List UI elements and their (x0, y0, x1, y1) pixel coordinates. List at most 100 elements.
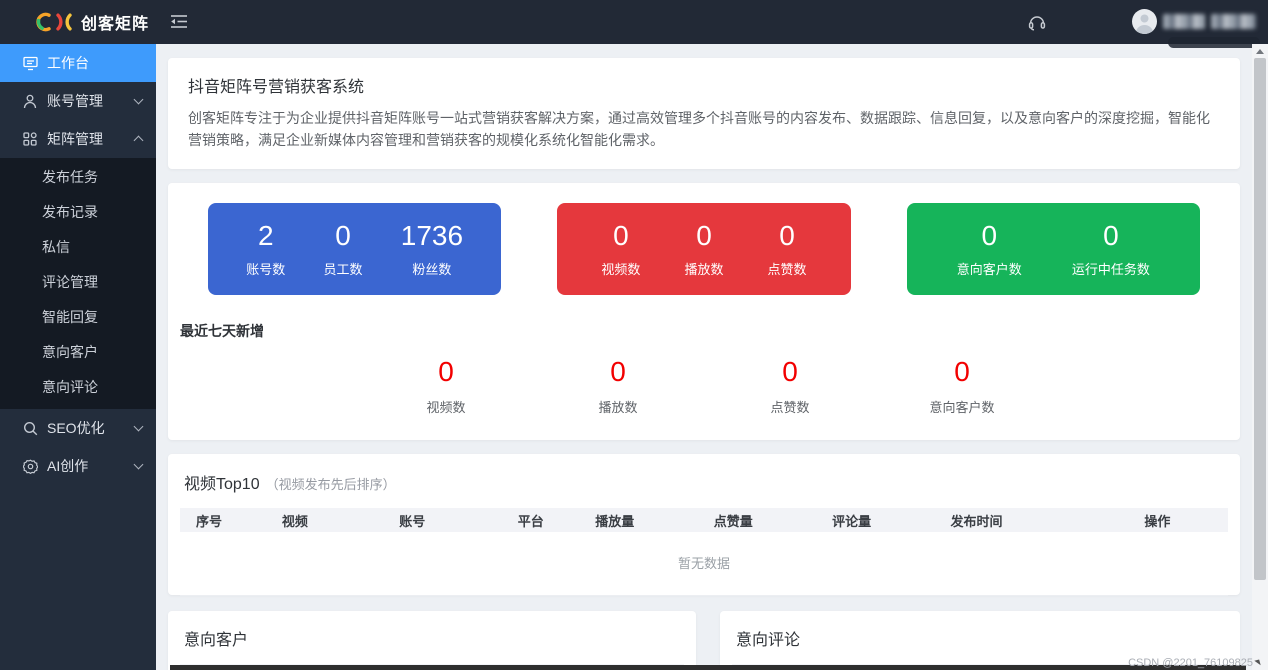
stats-card: 2账号数0员工数1736粉丝数0视频数0播放数0点赞数0意向客户数0运行中任务数… (168, 183, 1240, 440)
chevron-down-icon (134, 460, 144, 470)
column-header: 发布时间 (935, 511, 1129, 530)
stat-item: 0 点赞数 (768, 221, 807, 278)
sidebar-item-label: 矩阵管理 (47, 129, 135, 149)
bottom-cards-row: 意向客户 序号意向客户来源账号手机号状态入库时间 意向评论 序号评论用户评论内容… (168, 611, 1240, 670)
stat-card-blue: 2 账号数 0员工数 1736 粉丝数 (208, 203, 501, 295)
recent-stats-row: 0视频数0播放数0点赞数0意向客户数 (168, 357, 1240, 416)
recent-seven-days-title: 最近七天新增 (180, 321, 1240, 341)
collapse-sidebar-icon[interactable] (170, 14, 188, 34)
stat-value: 2 (246, 221, 285, 251)
stat-value: 0 (601, 221, 640, 251)
recent-stat: 0点赞数 (742, 357, 838, 416)
column-header: 操作 (1128, 511, 1228, 530)
stat-value: 0 (768, 221, 807, 251)
sidebar-submenu: 发布任务发布记录私信评论管理智能回复意向客户意向评论 (0, 158, 156, 409)
sidebar-item-label: 工作台 (47, 53, 142, 73)
sidebar-item-ai[interactable]: AI创作 (0, 447, 156, 485)
stat-label: 点赞数 (768, 259, 807, 278)
chevron-down-icon (134, 422, 144, 432)
headset-icon[interactable] (1027, 12, 1047, 37)
top-header: 创客矩阵 (0, 0, 1268, 44)
sidebar-subitem[interactable]: 智能回复 (0, 300, 156, 335)
sidebar-subitem[interactable]: 发布记录 (0, 195, 156, 230)
brand-name: 创客矩阵 (81, 10, 149, 34)
stat-item: 0视频数 (601, 221, 640, 278)
video-top10-table-header: 序号视频账号平台播放量点赞量评论量发布时间操作 (180, 508, 1228, 532)
stat-label: 账号数 (246, 259, 285, 278)
stat-label: 运行中任务数 (1072, 259, 1150, 278)
watermark-text: CSDN @2201_76109825 (1128, 657, 1253, 669)
recent-stat: 0 播放数 (570, 357, 666, 416)
page-title: 抖音矩阵号营销获客系统 (188, 73, 1220, 97)
recent-stat: 0 意向客户数 (914, 357, 1010, 416)
stat-item: 0 意向客户数 (957, 221, 1022, 278)
sidebar-item-label: 账号管理 (47, 91, 135, 111)
column-header: 序号 (180, 511, 266, 530)
watermark: CSDN @2201_76109825 (1128, 657, 1260, 669)
stat-item: 0播放数 (684, 221, 723, 278)
avatar[interactable] (1132, 9, 1157, 34)
stat-item: 2 账号数 (246, 221, 285, 278)
empty-state: 暂无数据 (180, 532, 1228, 596)
recent-stat: 0视频数 (398, 357, 494, 416)
brand[interactable]: 创客矩阵 (34, 0, 149, 44)
video-top10-title: 视频Top10 (184, 470, 260, 494)
workbench-icon (22, 55, 38, 71)
stat-cards-row: 2账号数0员工数1736粉丝数0视频数0播放数0点赞数0意向客户数0运行中任务数 (168, 203, 1240, 295)
search-icon (22, 420, 38, 436)
scrollbar-thumb[interactable] (1254, 58, 1266, 580)
sidebar-item-matrix[interactable]: 矩阵管理 (0, 120, 156, 158)
video-top10-card: 视频Top10 （视频发布先后排序） 序号视频账号平台播放量点赞量评论量发布时间… (168, 454, 1240, 595)
main-content: 抖音矩阵号营销获客系统 创客矩阵专注于为企业提供抖音矩阵账号一站式营销获客解决方… (156, 44, 1268, 670)
bottom-dark-strip (170, 665, 1246, 670)
sidebar-subitem[interactable]: 意向客户 (0, 335, 156, 370)
stat-value: 0 (957, 221, 1022, 251)
user-icon (22, 93, 38, 109)
stat-label: 粉丝数 (401, 259, 463, 278)
gear-icon (22, 458, 38, 474)
scrollbar-up-arrow-icon[interactable] (1256, 49, 1264, 54)
stat-value: 1736 (401, 221, 463, 251)
sidebar-item-label: AI创作 (47, 456, 135, 476)
column-header: 播放量 (579, 511, 697, 530)
sidebar-subitem[interactable]: 私信 (0, 230, 156, 265)
stat-value: 0 (1072, 221, 1150, 251)
recent-stat-label: 播放数 (570, 397, 666, 416)
column-header: 账号 (383, 511, 501, 530)
sidebar-subitem[interactable]: 发布任务 (0, 160, 156, 195)
stat-card-red: 0视频数 0播放数 0 点赞数 (557, 203, 850, 295)
recent-stat-value: 0 (398, 357, 494, 387)
column-header: 点赞量 (698, 511, 816, 530)
intro-card: 抖音矩阵号营销获客系统 创客矩阵专注于为企业提供抖音矩阵账号一站式营销获客解决方… (168, 58, 1240, 169)
stat-item: 0员工数 (324, 221, 363, 278)
sidebar-item-workbench[interactable]: 工作台 (0, 44, 156, 82)
column-header: 视频 (266, 511, 383, 530)
stat-item: 0 运行中任务数 (1072, 221, 1150, 278)
recent-stat-value: 0 (570, 357, 666, 387)
recent-stat-value: 0 (914, 357, 1010, 387)
chevron-up-icon (134, 136, 144, 146)
recent-stat-value: 0 (742, 357, 838, 387)
video-top10-title-row: 视频Top10 （视频发布先后排序） (180, 467, 1228, 508)
intent-customers-card: 意向客户 序号意向客户来源账号手机号状态入库时间 (168, 611, 696, 670)
grid-icon (22, 131, 38, 147)
video-top10-subtitle: （视频发布先后排序） (266, 474, 396, 493)
sidebar-item-account[interactable]: 账号管理 (0, 82, 156, 120)
stat-label: 意向客户数 (957, 259, 1022, 278)
stat-card-green: 0 意向客户数 0 运行中任务数 (907, 203, 1200, 295)
sidebar-subitem[interactable]: 意向评论 (0, 370, 156, 405)
intent-customers-title: 意向客户 (180, 624, 684, 664)
username-redacted[interactable] (1163, 14, 1256, 29)
intro-description: 创客矩阵专注于为企业提供抖音矩阵账号一站式营销获客解决方案，通过高效管理多个抖音… (188, 107, 1220, 151)
vertical-scrollbar[interactable] (1252, 44, 1268, 670)
sidebar-item-seo[interactable]: SEO优化 (0, 409, 156, 447)
stat-label: 员工数 (324, 259, 363, 278)
user-dropdown-hint (1168, 37, 1260, 48)
chevron-down-icon (134, 95, 144, 105)
sidebar-subitem[interactable]: 评论管理 (0, 265, 156, 300)
cursor-icon (1254, 659, 1260, 666)
column-header: 评论量 (816, 511, 934, 530)
sidebar-item-label: SEO优化 (47, 418, 135, 438)
recent-stat-label: 意向客户数 (914, 397, 1010, 416)
ck-logo-icon (34, 11, 74, 33)
